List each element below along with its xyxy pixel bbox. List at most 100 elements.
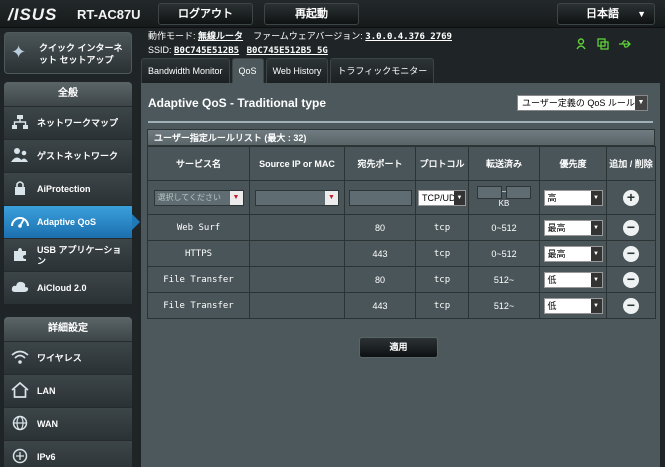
service-select[interactable]: 選択してください ▼ (153, 189, 244, 206)
advanced-menu: 詳細設定 ワイヤレス LAN WAN IPv6 (4, 317, 132, 467)
priority-value: 最高 (547, 248, 566, 259)
col-service: サービス名 (147, 146, 250, 181)
col-dest-port: 宛先ポート (344, 146, 416, 181)
logout-button[interactable]: ログアウト (158, 3, 253, 25)
divider (148, 121, 653, 123)
transferred-min-input[interactable] (476, 186, 502, 199)
usb-icon[interactable] (618, 38, 631, 50)
add-rule-button[interactable]: + (623, 189, 639, 206)
table-row: File Transfer 443 tcp 512~ 低 ▼ − (147, 292, 656, 319)
source-cell (249, 292, 345, 319)
protocol-cell: tcp (415, 266, 469, 293)
transferred-max-input[interactable] (506, 186, 532, 199)
service-cell: HTTPS (147, 240, 250, 267)
firmware-link[interactable]: 3.0.0.4.376_2769 (365, 32, 452, 42)
transferred-cell: 0~512 (468, 214, 540, 241)
magic-wand-icon: ✦ (11, 42, 27, 62)
sidebar-item-aiprotection[interactable]: AiProtection (4, 172, 132, 205)
source-select[interactable]: ▼ (255, 189, 339, 206)
ssid-2g-link[interactable]: B0C745E512B5 (174, 46, 239, 56)
priority-value: 最高 (547, 222, 566, 233)
chevron-down-icon: ▼ (590, 298, 602, 313)
service-cell: File Transfer (147, 266, 250, 293)
chevron-down-icon: ▼ (590, 272, 602, 287)
qos-mode-value: ユーザー定義の QoS ルール (522, 98, 635, 108)
sidebar-item-label: IPv6 (37, 452, 56, 462)
tab-bandwidth-monitor[interactable]: Bandwidth Monitor (141, 58, 230, 83)
sidebar-item-label: USB アプリケーション (37, 244, 122, 266)
tab-traffic-monitor[interactable]: トラフィックモニター (330, 58, 435, 83)
language-label: 日本語 (586, 8, 619, 20)
port-cell: 443 (344, 292, 416, 319)
reboot-button[interactable]: 再起動 (264, 3, 359, 25)
quick-setup-label: クイック インターネット セットアップ (39, 43, 123, 65)
priority-select[interactable]: 最高 ▼ (543, 245, 603, 262)
remove-rule-button[interactable]: − (623, 245, 639, 262)
sidebar-item-adaptive-qos[interactable]: Adaptive QoS (4, 205, 140, 238)
priority-value: 低 (547, 274, 557, 285)
wifi-icon (10, 349, 30, 367)
sidebar-item-usb-application[interactable]: USB アプリケーション (4, 238, 132, 271)
priority-select[interactable]: 高 ▼ (543, 189, 603, 206)
device-icon[interactable] (597, 38, 609, 50)
protocol-select[interactable]: TCP/UDP ▼ (418, 189, 466, 206)
chevron-down-icon: ▼ (590, 246, 602, 261)
source-cell (249, 240, 345, 267)
mode-label: 動作モード: (148, 31, 196, 41)
sidebar-item-network-map[interactable]: ネットワークマップ (4, 106, 132, 139)
client-icon[interactable] (576, 38, 588, 50)
priority-select[interactable]: 最高 ▼ (543, 219, 603, 236)
remove-rule-button[interactable]: − (623, 271, 639, 288)
apply-button[interactable]: 適用 (359, 337, 438, 358)
qos-mode-select[interactable]: ユーザー定義の QoS ルール ▼ (517, 95, 648, 111)
col-add-remove: 追加 / 削除 (606, 146, 656, 181)
transferred-cell: 0~512 (468, 240, 540, 267)
sidebar-item-guest-network[interactable]: ゲストネットワーク (4, 139, 132, 172)
transferred-input-group: ~ KB (476, 186, 532, 209)
sidebar-item-label: AiProtection (37, 184, 91, 194)
quick-setup-button[interactable]: ✦ クイック インターネット セットアップ (4, 32, 132, 74)
language-select[interactable]: 日本語 ▼ (557, 3, 655, 25)
mode-link[interactable]: 無線ルータ (198, 32, 243, 42)
table-row: Web Surf 80 tcp 0~512 最高 ▼ − (147, 214, 656, 241)
sidebar-item-lan[interactable]: LAN (4, 374, 132, 407)
source-cell (249, 266, 345, 293)
port-cell: 80 (344, 266, 416, 293)
general-menu: 全般 ネットワークマップ ゲストネットワーク AiProtection Adap… (4, 82, 140, 304)
service-cell: Web Surf (147, 214, 250, 241)
status-icons (576, 38, 631, 52)
advanced-title: 詳細設定 (4, 317, 132, 341)
general-title: 全般 (4, 82, 132, 106)
tab-web-history[interactable]: Web History (265, 58, 329, 83)
priority-value: 低 (547, 300, 557, 311)
sidebar-item-wan[interactable]: WAN (4, 407, 132, 440)
network-map-icon (10, 114, 30, 132)
port-cell: 443 (344, 240, 416, 267)
chevron-down-icon: ▼ (590, 190, 602, 205)
protocol-cell: tcp (415, 214, 469, 241)
sidebar-item-wireless[interactable]: ワイヤレス (4, 341, 132, 374)
rule-table: サービス名 Source IP or MAC 宛先ポート プロトコル 転送済み … (147, 146, 656, 319)
priority-select[interactable]: 低 ▼ (543, 271, 603, 288)
new-rule-row: 選択してください ▼ ▼ TCP/UDP ▼ ~ KB 高 ▼ + (147, 180, 656, 215)
priority-select[interactable]: 低 ▼ (543, 297, 603, 314)
source-cell (249, 214, 345, 241)
page-title: Adaptive QoS - Traditional type (148, 96, 327, 110)
remove-rule-button[interactable]: − (623, 219, 639, 236)
dest-port-input[interactable] (348, 189, 412, 206)
chevron-down-icon: ▼ (637, 9, 646, 19)
sidebar-item-aicloud[interactable]: AiCloud 2.0 (4, 271, 132, 304)
status-info: 動作モード: 無線ルータ ファームウェアバージョン: 3.0.0.4.376_2… (148, 30, 452, 58)
tab-qos[interactable]: QoS (231, 58, 264, 83)
remove-rule-button[interactable]: − (623, 297, 639, 314)
ssid-5g-link[interactable]: B0C745E512B5_5G (247, 46, 328, 56)
rule-list-title: ユーザー指定ルールリスト (最大 : 32) (147, 129, 655, 146)
sidebar-item-ipv6[interactable]: IPv6 (4, 440, 132, 467)
service-cell: File Transfer (147, 292, 250, 319)
tab-bar: Bandwidth Monitor QoS Web History トラフィック… (141, 58, 435, 83)
qos-panel: Adaptive QoS - Traditional type ユーザー定義の … (141, 83, 660, 467)
rule-list: ユーザー指定ルールリスト (最大 : 32) サービス名 Source IP o… (147, 129, 656, 319)
brand-logo: /ISUS (8, 5, 58, 24)
table-row: HTTPS 443 tcp 0~512 最高 ▼ − (147, 240, 656, 267)
service-placeholder: 選択してください (157, 192, 222, 202)
